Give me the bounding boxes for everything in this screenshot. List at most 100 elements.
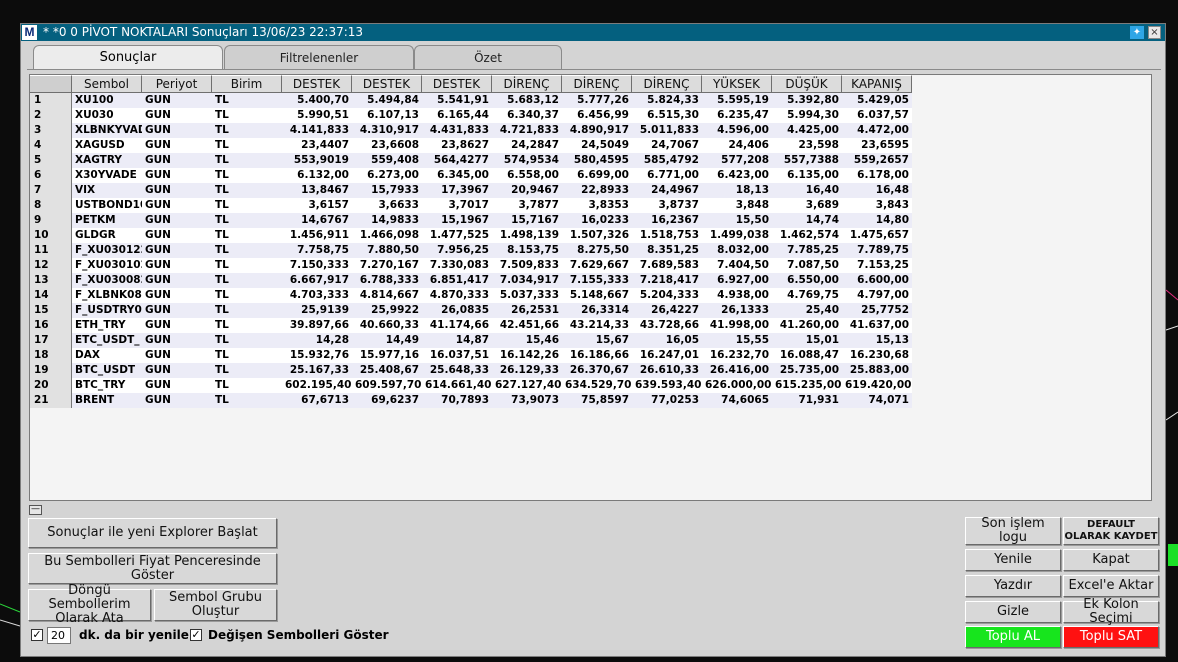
table-cell: 41.260,00 (772, 318, 842, 333)
row-number: 7 (30, 183, 72, 198)
table-cell: 16.142,26 (492, 348, 562, 363)
table-cell: 16.230,68 (842, 348, 912, 363)
close-icon[interactable]: × (1148, 26, 1161, 39)
auto-refresh-checkbox[interactable]: ✓ (31, 629, 43, 641)
table-cell: 15,7167 (492, 213, 562, 228)
minus-icon[interactable]: — (29, 505, 42, 515)
table-row[interactable]: 11 F_XU030122 GUN TL 7.758,75 7.880,50 7.956,2… (30, 243, 912, 258)
table-row[interactable]: 18 DAX GUN TL 15.932,76 15.977,16 16.037,51 16.… (30, 348, 912, 363)
row-number-header[interactable] (30, 75, 72, 93)
table-cell: 5.541,91 (422, 93, 492, 108)
table-cell: TL (212, 93, 282, 108)
table-row[interactable]: 20 BTC_TRY GUN TL 602.195,40 609.597,70 614.66… (30, 378, 912, 393)
table-row[interactable]: 15 F_USDTRY0 GUN TL 25,9139 25,9922 26,0835 26,… (30, 303, 912, 318)
table-cell: TL (212, 213, 282, 228)
table-cell: GUN (142, 228, 212, 243)
assign-loop-symbols-button[interactable]: Döngü Sembollerim Olarak Ata (28, 584, 151, 626)
column-header[interactable]: KAPANIŞ (842, 75, 912, 93)
table-cell: 15.932,76 (282, 348, 352, 363)
table-row[interactable]: 4 XAGUSD GUN TL 23,4407 23,6608 23,8627 24,2847… (30, 138, 912, 153)
table-row[interactable]: 1 XU100 GUN TL 5.400,70 5.494,84 5.541,91 5.683… (30, 93, 912, 108)
table-row[interactable]: 14 F_XLBNK082 GUN TL 4.703,333 4.814,667 4.870… (30, 288, 912, 303)
table-cell: 75,8597 (562, 393, 632, 408)
last-log-button[interactable]: Son işlem logu (965, 517, 1061, 545)
table-row[interactable]: 13 F_XU030082 GUN TL 6.667,917 6.788,333 6.851… (30, 273, 912, 288)
table-cell: 16,05 (632, 333, 702, 348)
table-cell: 6.178,00 (842, 168, 912, 183)
table-cell: 24,7067 (632, 138, 702, 153)
column-header[interactable]: YÜKSEK (702, 75, 772, 93)
column-header[interactable]: DESTEK (352, 75, 422, 93)
extra-column-button[interactable]: Ek Kolon Seçimi (1063, 598, 1159, 626)
column-header[interactable]: DESTEK (422, 75, 492, 93)
table-cell: 15,1967 (422, 213, 492, 228)
bird-icon[interactable]: ✦ (1130, 26, 1144, 39)
column-header[interactable]: Sembol (72, 75, 142, 93)
table-row[interactable]: 21 BRENT GUN TL 67,6713 69,6237 70,7893 73,9073… (30, 393, 912, 408)
table-row[interactable]: 5 XAGTRY GUN TL 553,9019 559,408 564,4277 574,9… (30, 153, 912, 168)
refresh-button[interactable]: Yenile (965, 549, 1061, 571)
table-cell: 3,848 (702, 198, 772, 213)
create-symbol-group-button[interactable]: Sembol Grubu Oluştur (154, 589, 277, 621)
table-cell: TL (212, 243, 282, 258)
tab-sonuclar[interactable]: Sonuçlar (33, 45, 223, 70)
close-button[interactable]: Kapat (1063, 549, 1159, 571)
bulk-sell-button[interactable]: Toplu SAT (1063, 626, 1159, 648)
title-bar[interactable]: M * *0 0 PİVOT NOKTALARI Sonuçları 13/06… (21, 24, 1165, 41)
table-cell: USTBOND10 (72, 198, 142, 213)
table-cell: TL (212, 108, 282, 123)
table-cell: GUN (142, 198, 212, 213)
table-cell: XLBNKYVAD (72, 123, 142, 138)
tab-filtrelenenler[interactable]: Filtrelenenler (224, 45, 414, 69)
row-number: 9 (30, 213, 72, 228)
bulk-buy-button[interactable]: Toplu AL (965, 626, 1061, 648)
table-cell: F_XU030122 (72, 243, 142, 258)
table-row[interactable]: 16 ETH_TRY GUN TL 39.897,66 40.660,33 41.174,6… (30, 318, 912, 333)
table-cell: 3,6157 (282, 198, 352, 213)
table-cell: 15,55 (702, 333, 772, 348)
table-cell: 14,87 (422, 333, 492, 348)
table-row[interactable]: 7 VIX GUN TL 13,8467 15,7933 17,3967 20,9467 22,… (30, 183, 912, 198)
results-grid[interactable]: Sembol Periyot Birim DESTEK DESTEK DESTEK DİRE… (29, 74, 1152, 501)
table-cell: 6.340,37 (492, 108, 562, 123)
table-row[interactable]: 12 F_XU030102 GUN TL 7.150,333 7.270,167 7.330… (30, 258, 912, 273)
table-cell: 1.462,574 (772, 228, 842, 243)
table-cell: 3,6633 (352, 198, 422, 213)
default-save-button[interactable]: DEFAULT OLARAK KAYDET (1063, 517, 1159, 545)
table-row[interactable]: 3 XLBNKYVAD GUN TL 4.141,833 4.310,917 4.431,8… (30, 123, 912, 138)
column-header[interactable]: DESTEK (282, 75, 352, 93)
table-cell: XAGUSD (72, 138, 142, 153)
table-cell: 16,2367 (632, 213, 702, 228)
print-button[interactable]: Yazdır (965, 575, 1061, 597)
export-excel-button[interactable]: Excel'e Aktar (1063, 575, 1159, 597)
column-header[interactable]: DÜŞÜK (772, 75, 842, 93)
table-row[interactable]: 8 USTBOND10 GUN TL 3,6157 3,6633 3,7017 3,7877 3… (30, 198, 912, 213)
table-cell: 5.777,26 (562, 93, 632, 108)
row-number: 8 (30, 198, 72, 213)
hide-button[interactable]: Gizle (965, 601, 1061, 623)
start-explorer-button[interactable]: Sonuçlar ile yeni Explorer Başlat (28, 518, 277, 548)
table-cell: GUN (142, 243, 212, 258)
table-row[interactable]: 17 ETC_USDT_ GUN TL 14,28 14,49 14,87 15,46 15,6… (30, 333, 912, 348)
column-header[interactable]: Birim (212, 75, 282, 93)
tab-ozet[interactable]: Özet (414, 45, 562, 69)
column-header[interactable]: DİRENÇ (492, 75, 562, 93)
table-cell: 7.218,417 (632, 273, 702, 288)
table-row[interactable]: 2 XU030 GUN TL 5.990,51 6.107,13 6.165,44 6.340… (30, 108, 912, 123)
table-cell: 4.797,00 (842, 288, 912, 303)
column-header[interactable]: Periyot (142, 75, 212, 93)
row-number: 6 (30, 168, 72, 183)
table-cell: 14,49 (352, 333, 422, 348)
column-header[interactable]: DİRENÇ (632, 75, 702, 93)
table-cell: 1.499,038 (702, 228, 772, 243)
show-changed-checkbox[interactable]: ✓ (190, 629, 202, 641)
table-cell: 20,9467 (492, 183, 562, 198)
refresh-minutes-input[interactable]: 20 (47, 627, 71, 644)
show-in-price-window-button[interactable]: Bu Sembolleri Fiyat Penceresinde Göster (28, 553, 277, 584)
table-row[interactable]: 6 X30YVADE GUN TL 6.132,00 6.273,00 6.345,00 6.… (30, 168, 912, 183)
column-header[interactable]: DİRENÇ (562, 75, 632, 93)
table-cell: ETH_TRY (72, 318, 142, 333)
table-row[interactable]: 9 PETKM GUN TL 14,6767 14,9833 15,1967 15,7167 1… (30, 213, 912, 228)
table-row[interactable]: 19 BTC_USDT GUN TL 25.167,33 25.408,67 25.648,… (30, 363, 912, 378)
table-row[interactable]: 10 GLDGR GUN TL 1.456,911 1.466,098 1.477,525 1… (30, 228, 912, 243)
